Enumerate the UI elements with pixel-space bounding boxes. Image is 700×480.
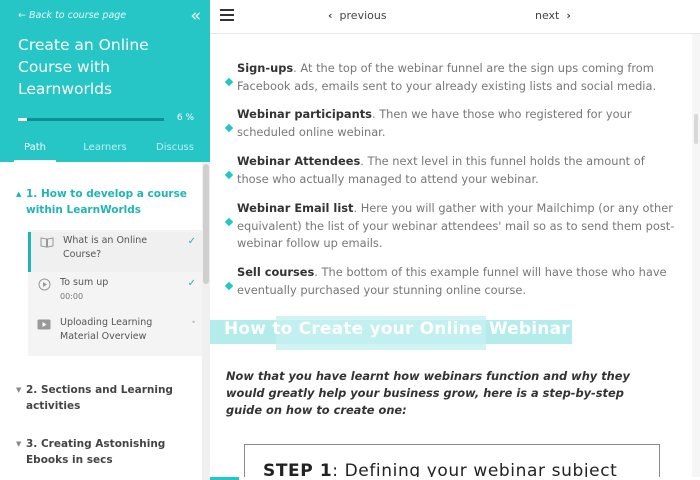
tab-path[interactable]: Path [0, 136, 70, 162]
content-scrollbar[interactable] [692, 34, 700, 480]
lesson-uploading-material[interactable]: Uploading Learning Material Overview • [28, 314, 202, 354]
video-icon [37, 318, 51, 330]
funnel-item: Webinar participants. Then we have those… [224, 106, 676, 141]
lesson-title: What is an Online Course? [63, 235, 148, 260]
caret-down-icon: ▼ [16, 440, 22, 448]
tab-learners[interactable]: Learners [70, 136, 140, 162]
caret-up-icon: ▲ [16, 190, 22, 198]
lesson-title: To sum up [60, 277, 109, 288]
lesson-what-is-online-course[interactable]: What is an Online Course? ✓ [28, 232, 202, 272]
funnel-item: Webinar Attendees. The next level in thi… [224, 153, 676, 188]
section-1[interactable]: ▲ 1. How to develop a course within Lear… [16, 186, 196, 218]
funnel-text: . At the top of the webinar funnel are t… [237, 61, 657, 93]
hamburger-menu-icon[interactable] [220, 9, 234, 21]
section-1-lessons: What is an Online Course? ✓ To sum up 00… [28, 230, 202, 356]
check-icon: ✓ [187, 236, 196, 247]
course-path: ▲ 1. How to develop a course within Lear… [0, 162, 210, 480]
step-box: STEP 1: Defining your webinar subject [244, 444, 660, 480]
book-icon [40, 236, 54, 248]
course-title: Create an Online Course with Learnworlds [18, 36, 149, 98]
lesson-topbar: ‹ previous next › [210, 0, 700, 34]
funnel-term: Sign-ups [237, 61, 294, 75]
section-2-label: 2. Sections and Learning activities [26, 384, 173, 412]
section-3-label: 3. Creating Astonishing Ebooks in secs [26, 438, 166, 466]
dot-icon: • [191, 318, 196, 327]
previous-button[interactable]: ‹ previous [328, 9, 387, 22]
intro-paragraph: Now that you have learnt how webinars fu… [226, 369, 630, 417]
progress-percent: 6 % [176, 113, 194, 123]
play-circle-icon [37, 278, 51, 290]
lesson-content-area: ‹ previous next › Sign-ups. At the top o… [210, 0, 700, 480]
course-progress-bar [18, 118, 164, 121]
double-chevron-left-icon[interactable]: ‹‹ [190, 6, 200, 26]
course-sidebar: ← Back to course page ‹‹ Create an Onlin… [0, 0, 210, 480]
back-to-course-link[interactable]: ← Back to course page [18, 10, 126, 21]
previous-label: previous [339, 9, 387, 22]
back-link-label: Back to course page [29, 10, 127, 21]
check-icon: ✓ [187, 278, 196, 289]
funnel-term: Webinar participants [237, 107, 372, 121]
course-progress-fill [18, 118, 27, 121]
lesson-content: Sign-ups. At the top of the webinar funn… [210, 34, 692, 480]
funnel-item: Sell courses. The bottom of this example… [224, 264, 676, 299]
section-1-label: 1. How to develop a course within LearnW… [26, 188, 187, 216]
content-scrollbar-thumb[interactable] [694, 114, 698, 144]
arrow-left-icon: ← [18, 10, 26, 21]
sidebar-header: ← Back to course page ‹‹ Create an Onlin… [0, 0, 210, 162]
caret-down-icon: ▼ [16, 386, 22, 394]
sidebar-tabs: Path Learners Discuss [0, 136, 210, 162]
funnel-term: Sell courses [237, 265, 315, 279]
next-label: next [535, 9, 560, 22]
funnel-item: Sign-ups. At the top of the webinar funn… [224, 60, 676, 95]
lesson-title: Uploading Learning Material Overview [60, 317, 153, 342]
section-heading: How to Create your Online Webinar [224, 319, 570, 339]
chevron-left-icon: ‹ [328, 9, 333, 22]
section-3[interactable]: ▼ 3. Creating Astonishing Ebooks in secs [16, 436, 196, 468]
funnel-term: Webinar Email list [237, 201, 354, 215]
lesson-to-sum-up[interactable]: To sum up 00:00 ✓ [28, 274, 202, 314]
section-2[interactable]: ▼ 2. Sections and Learning activities [16, 382, 196, 414]
tab-discuss[interactable]: Discuss [140, 136, 210, 162]
lesson-duration: 00:00 [60, 292, 84, 301]
chevron-right-icon: › [566, 9, 571, 22]
funnel-item: Webinar Email list. Here you will gather… [224, 200, 676, 253]
next-button[interactable]: next › [535, 9, 571, 22]
funnel-term: Webinar Attendees [237, 154, 361, 168]
sidebar-scrollbar[interactable] [202, 162, 210, 480]
sidebar-scrollbar-thumb[interactable] [203, 164, 209, 284]
